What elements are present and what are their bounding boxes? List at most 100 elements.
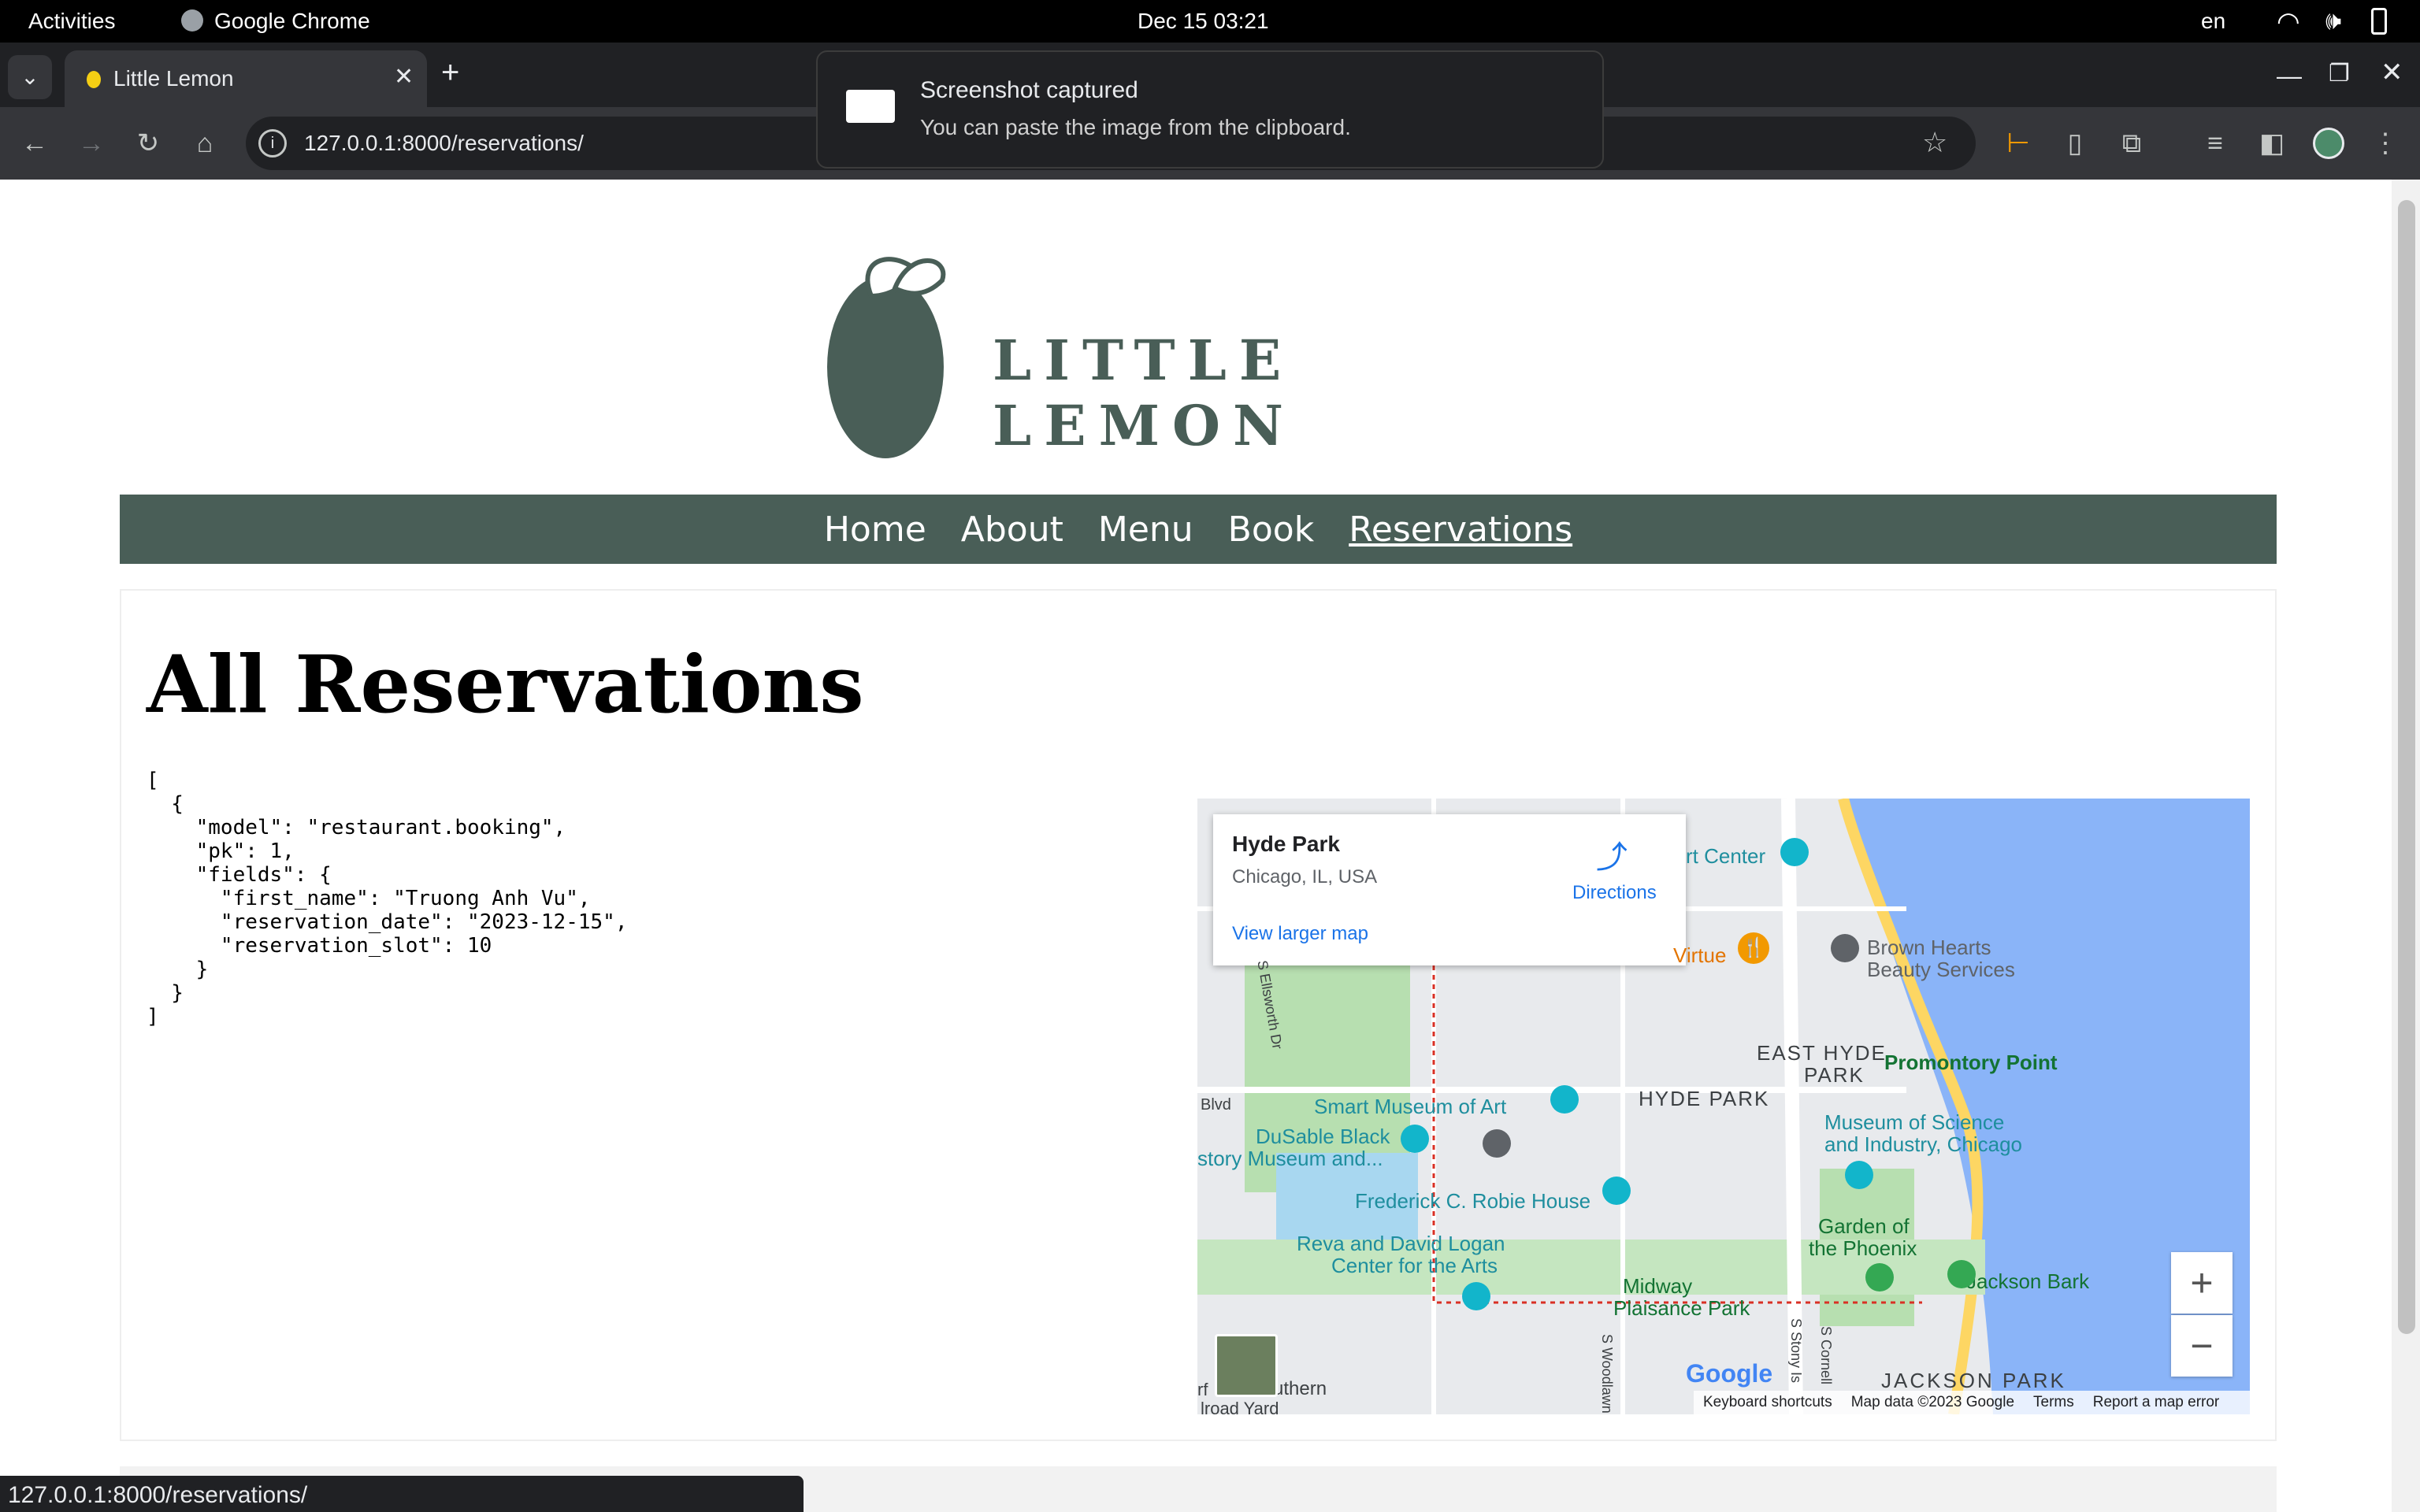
museum-pin-icon[interactable]	[1550, 1085, 1579, 1114]
reload-icon[interactable]: ↻	[131, 128, 165, 159]
park-pin-icon[interactable]	[1947, 1260, 1976, 1288]
scrollbar-thumb[interactable]	[2398, 200, 2415, 1334]
map-label: PARK	[1804, 1063, 1865, 1087]
screenshot-icon	[846, 90, 895, 123]
tab-close-icon[interactable]: ✕	[394, 63, 414, 91]
map-label: uthern	[1273, 1378, 1327, 1399]
activities-button[interactable]: Activities	[28, 9, 115, 34]
tab-little-lemon[interactable]: Little Lemon ✕	[65, 50, 427, 107]
status-bubble: 127.0.0.1:8000/reservations/	[0, 1476, 804, 1512]
google-map[interactable]: Hyde Park Chicago, IL, USA ⤴ Directions …	[1197, 799, 2250, 1414]
notification-body: You can paste the image from the clipboa…	[920, 115, 1351, 139]
school-pin-icon[interactable]	[1483, 1129, 1511, 1158]
map-label: S Woodlawn	[1599, 1334, 1615, 1414]
report-error-link[interactable]: Report a map error	[2093, 1394, 2220, 1411]
map-label: Blvd	[1201, 1096, 1231, 1114]
nav-book[interactable]: Book	[1228, 510, 1315, 550]
new-tab-button[interactable]: +	[441, 55, 459, 91]
map-label: lroad Yard	[1201, 1399, 1279, 1414]
museum-pin-icon[interactable]	[1602, 1177, 1631, 1205]
tab-title: Little Lemon	[113, 66, 234, 91]
notification-title: Screenshot captured	[920, 77, 1138, 103]
home-icon[interactable]: ⌂	[187, 128, 222, 159]
map-label[interactable]: Brown Hearts	[1867, 936, 1991, 960]
side-panel-icon[interactable]: ◧	[2255, 128, 2289, 159]
clock[interactable]: Dec 15 03:21	[1138, 9, 1269, 34]
map-label[interactable]: Center for the Arts	[1331, 1254, 1498, 1278]
map-label[interactable]: Virtue	[1673, 943, 1726, 968]
minimize-button[interactable]: —	[2277, 61, 2302, 91]
place-info-card[interactable]: Hyde Park Chicago, IL, USA ⤴ Directions …	[1213, 814, 1686, 965]
url-text[interactable]: 127.0.0.1:8000/reservations/	[304, 131, 584, 156]
map-label[interactable]: the Phoenix	[1809, 1236, 1917, 1261]
media-icon[interactable]: ≡	[2198, 128, 2233, 159]
map-label[interactable]: DuSable Black	[1256, 1125, 1390, 1149]
brand-name: LITTLE LEMON	[993, 328, 1297, 458]
active-app-name[interactable]: Google Chrome	[214, 9, 370, 34]
map-label: S Cornell	[1818, 1326, 1834, 1385]
maximize-button[interactable]: ❐	[2329, 60, 2350, 87]
screenshot-notification[interactable]: Screenshot captured You can paste the im…	[816, 50, 1604, 169]
volume-icon[interactable]: 🕪	[2325, 6, 2341, 36]
tab-search-button[interactable]: ⌄	[8, 55, 52, 99]
museum-pin-icon[interactable]	[1845, 1161, 1873, 1189]
park-pin-icon[interactable]	[1865, 1263, 1894, 1292]
place-title: Hyde Park	[1232, 832, 1340, 856]
wifi-icon[interactable]: ◠	[2277, 6, 2300, 38]
keyboard-shortcuts-link[interactable]: Keyboard shortcuts	[1703, 1394, 1832, 1411]
lemon-favicon-icon	[87, 71, 101, 88]
terms-link[interactable]: Terms	[2033, 1394, 2074, 1411]
directions-link[interactable]: Directions	[1572, 882, 1657, 904]
map-label[interactable]: Beauty Services	[1867, 958, 2015, 982]
battery-icon[interactable]	[2371, 8, 2387, 35]
map-label[interactable]: Garden of	[1818, 1214, 1910, 1239]
profile-avatar[interactable]	[2313, 128, 2344, 159]
map-label: JACKSON PARK	[1881, 1369, 2066, 1392]
nav-reservations[interactable]: Reservations	[1349, 510, 1572, 550]
map-label: S Stony Is	[1788, 1318, 1804, 1384]
site-info-icon[interactable]: i	[258, 129, 287, 158]
page-title: All Reservations	[147, 638, 864, 731]
map-label[interactable]: Museum of Science	[1824, 1110, 2004, 1135]
map-label[interactable]: Frederick C. Robie House	[1355, 1189, 1590, 1214]
zoom-out-button[interactable]: −	[2171, 1315, 2233, 1377]
language-indicator[interactable]: en	[2201, 9, 2225, 34]
map-label[interactable]: and Industry, Chicago	[1824, 1132, 2022, 1157]
directions-icon[interactable]: ⤴	[1596, 832, 1628, 877]
map-label[interactable]: Smart Museum of Art	[1314, 1095, 1506, 1119]
zoom-in-button[interactable]: +	[2171, 1252, 2233, 1314]
extension-orange-icon[interactable]: ⊢	[2001, 128, 2036, 159]
map-label: EAST HYDE	[1757, 1041, 1887, 1065]
map-data-text: Map data ©2023 Google	[1850, 1394, 2015, 1410]
place-pin-icon[interactable]	[1831, 934, 1859, 962]
extensions-puzzle-icon[interactable]: ⧉	[2114, 128, 2149, 159]
menu-kebab-icon[interactable]: ⋮	[2368, 128, 2403, 159]
google-logo: Google	[1686, 1359, 1773, 1388]
close-window-button[interactable]: ✕	[2381, 57, 2403, 88]
map-attribution: Keyboard shortcuts Map data ©2023 Google…	[1694, 1391, 2250, 1414]
bookmark-star-icon[interactable]: ☆	[1922, 126, 1947, 159]
view-larger-map-link[interactable]: View larger map	[1232, 923, 1368, 945]
site-logo[interactable]: LITTLE LEMON	[824, 249, 1580, 469]
forward-icon[interactable]: →	[74, 128, 109, 159]
map-label[interactable]: Plaisance Park	[1613, 1296, 1750, 1321]
arts-pin-icon[interactable]	[1462, 1282, 1490, 1310]
map-label[interactable]: Reva and David Logan	[1297, 1232, 1505, 1256]
satellite-toggle[interactable]	[1215, 1334, 1278, 1397]
map-label[interactable]: rt Center	[1686, 844, 1765, 869]
arts-pin-icon[interactable]	[1780, 838, 1809, 866]
map-label[interactable]: Jackson Bark	[1966, 1269, 2089, 1294]
map-label[interactable]: Midway	[1623, 1274, 1692, 1299]
map-label: rf	[1197, 1380, 1208, 1399]
nav-about[interactable]: About	[961, 510, 1063, 550]
museum-pin-icon[interactable]	[1401, 1125, 1429, 1153]
restaurant-pin-icon[interactable]: 🍴	[1738, 932, 1769, 964]
back-icon[interactable]: ←	[17, 128, 52, 159]
map-label[interactable]: Promontory Point	[1884, 1051, 2058, 1075]
page-scrollbar[interactable]	[2392, 180, 2420, 1512]
place-address: Chicago, IL, USA	[1232, 866, 1378, 888]
nav-home[interactable]: Home	[824, 510, 926, 550]
map-label[interactable]: story Museum and...	[1197, 1147, 1383, 1171]
phone-icon[interactable]: ▯	[2058, 128, 2092, 159]
nav-menu[interactable]: Menu	[1098, 510, 1193, 550]
